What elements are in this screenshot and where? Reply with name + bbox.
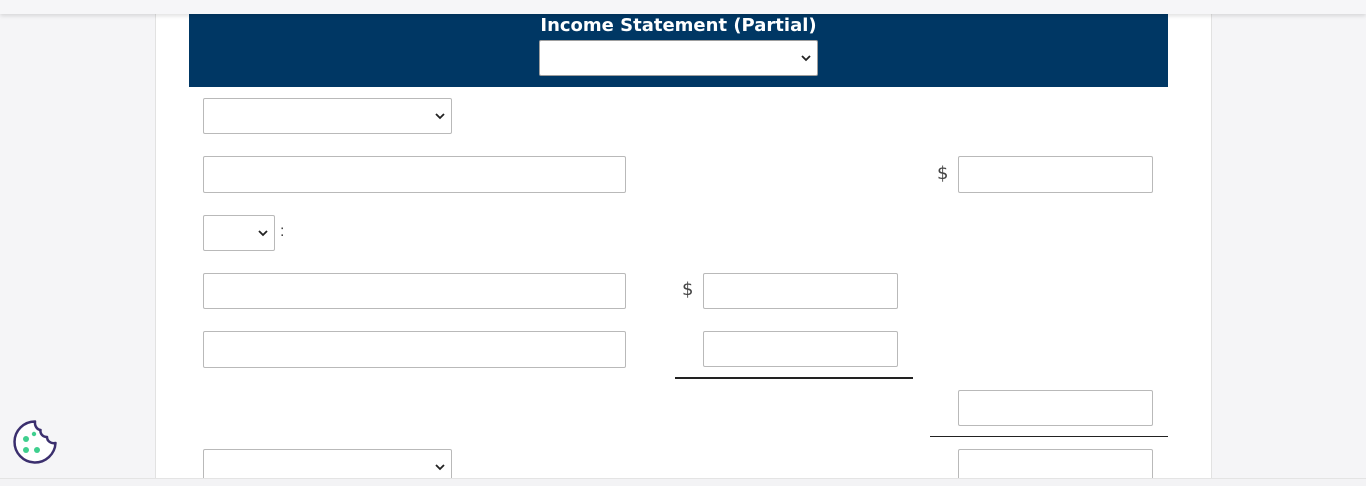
cookie-settings-button[interactable] — [12, 419, 58, 465]
row5-amount-input[interactable] — [703, 331, 898, 367]
subtotal-underline — [675, 377, 913, 379]
row1-account-select[interactable] — [203, 98, 452, 134]
statement-title: Income Statement (Partial) — [540, 15, 817, 36]
row4-currency: $ — [682, 279, 694, 300]
row2-account-input[interactable] — [203, 156, 626, 193]
left-gutter — [0, 0, 155, 485]
right-gutter — [1211, 0, 1366, 485]
chevron-down-icon — [258, 230, 268, 237]
row3-label-select[interactable] — [203, 215, 275, 251]
row2-currency: $ — [937, 163, 949, 184]
total-underline — [930, 436, 1168, 437]
cookie-icon — [13, 420, 57, 464]
row4-amount-input[interactable] — [703, 273, 898, 309]
row6-amount-input[interactable] — [958, 390, 1153, 426]
chevron-down-icon — [435, 464, 445, 471]
browser-top-bar — [0, 0, 1366, 14]
chevron-down-icon — [435, 113, 445, 120]
row3-colon: : — [280, 223, 285, 240]
chevron-down-icon — [801, 55, 811, 62]
period-select[interactable] — [539, 40, 818, 76]
row5-account-input[interactable] — [203, 331, 626, 368]
row2-amount-input[interactable] — [958, 156, 1153, 193]
row4-account-input[interactable] — [203, 273, 626, 309]
